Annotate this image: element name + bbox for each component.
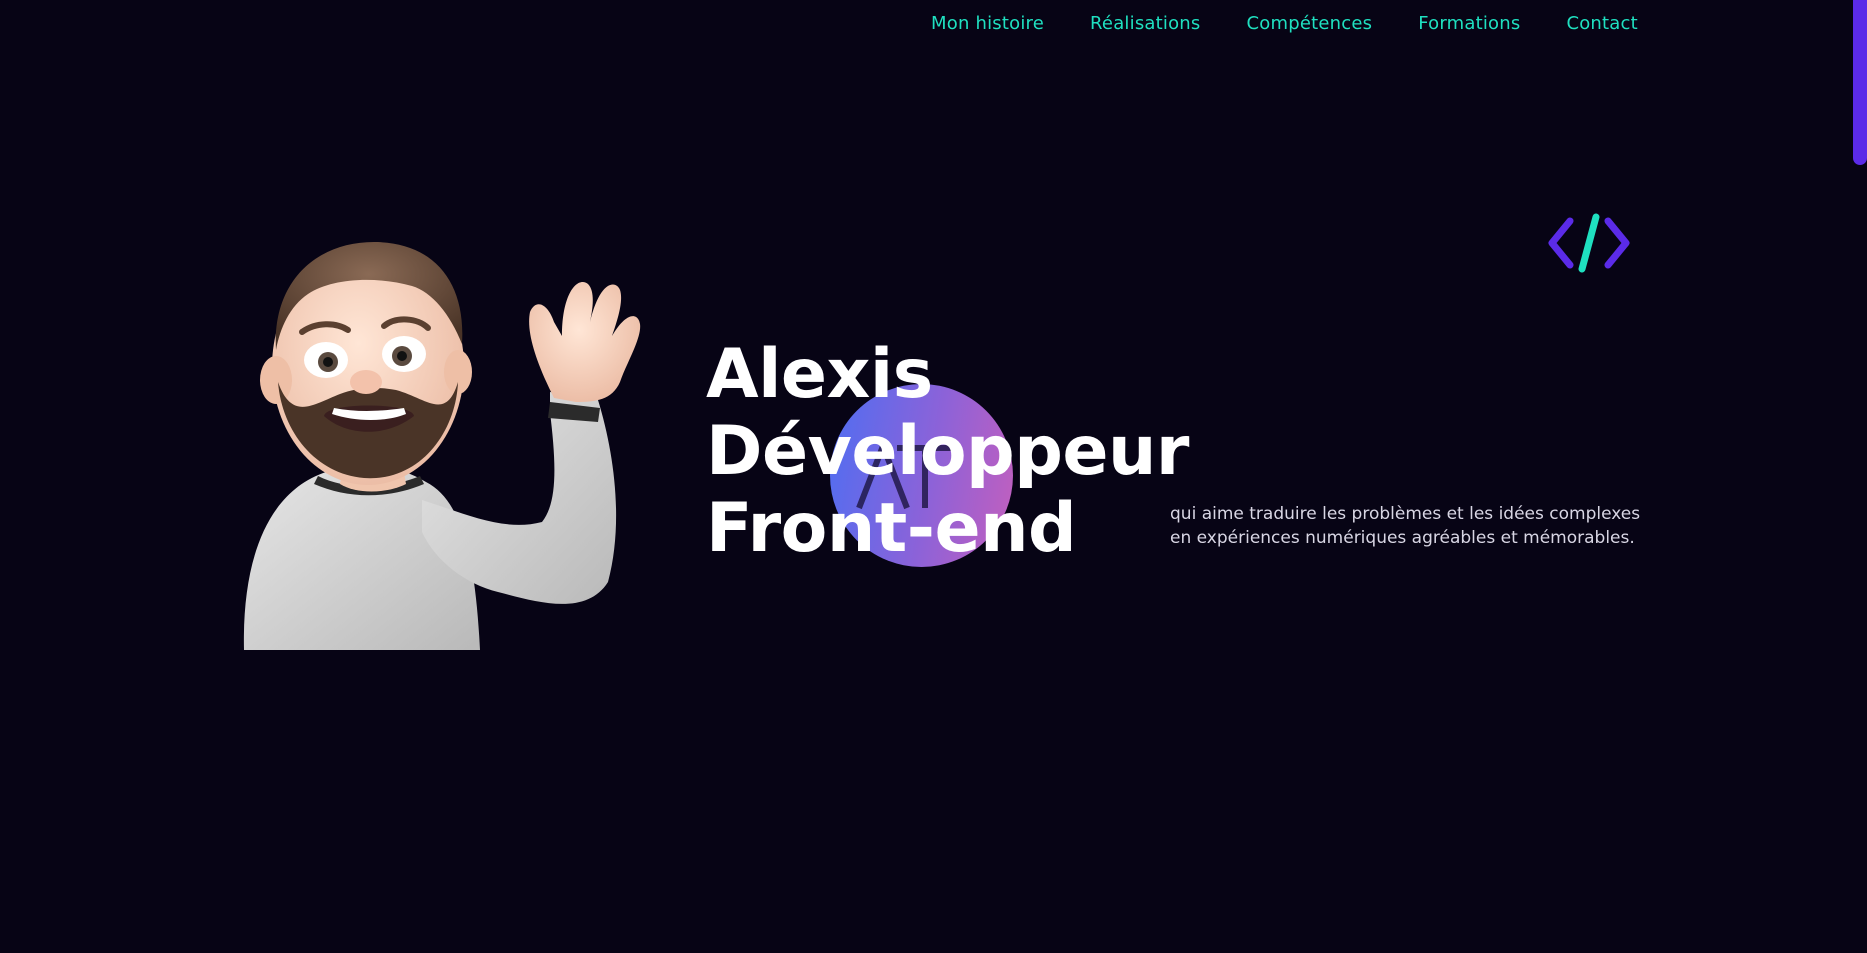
hero-title-line-role: Développeur (706, 412, 1189, 491)
main-nav: Mon histoire Réalisations Compétences Fo… (931, 13, 1684, 34)
waving-avatar-illustration (243, 242, 641, 650)
nav-link-competences[interactable]: Compétences (1247, 13, 1373, 34)
hero-title: Alexis Développeur Front-end (706, 336, 1189, 567)
nav-link-mon-histoire[interactable]: Mon histoire (931, 13, 1044, 34)
nav-link-realisations[interactable]: Réalisations (1090, 13, 1200, 34)
nav-link-contact[interactable]: Contact (1566, 13, 1637, 34)
code-brackets-icon (1548, 213, 1630, 273)
hero-title-line-name: Alexis (706, 335, 933, 414)
nav-link-formations[interactable]: Formations (1418, 13, 1520, 34)
hero-description: qui aime traduire les problèmes et les i… (1170, 504, 1641, 548)
hero-title-line-specialty: Front-end (706, 489, 1077, 568)
scrollbar-thumb[interactable] (1853, 0, 1867, 165)
